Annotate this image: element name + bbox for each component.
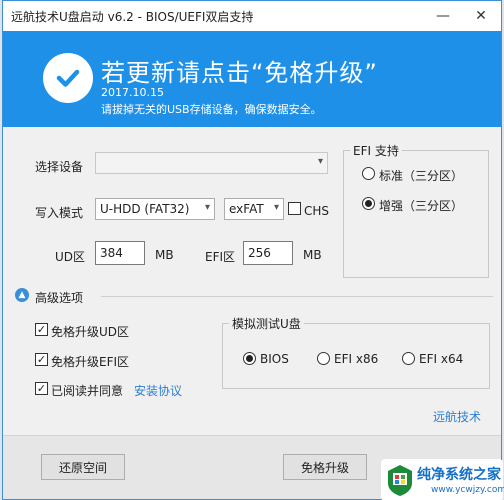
upgrade-ud-checkbox[interactable]: ✓: [35, 323, 48, 336]
ud-unit: MB: [155, 248, 174, 262]
chevron-down-icon: ▾: [317, 156, 323, 167]
filesystem-value: exFAT: [229, 202, 264, 216]
upgrade-efi-checkbox[interactable]: ✓: [35, 353, 48, 366]
watermark-sub-text: www.ycwjzy.com: [431, 485, 504, 495]
agree-label: 已阅读并同意: [51, 384, 124, 398]
chs-checkbox[interactable]: [288, 202, 301, 215]
upgrade-ud-label: 免格升级UD区: [51, 325, 130, 339]
agree-checkbox[interactable]: ✓: [35, 382, 48, 395]
chevron-down-icon: ▾: [204, 202, 210, 213]
select-device-label: 选择设备: [35, 160, 84, 174]
update-banner: 若更新请点击“免格升级” 2017.10.15 请拔掉无关的USB存储设备，确保…: [3, 31, 501, 127]
bios-radio[interactable]: [243, 352, 256, 365]
banner-note: 请拔掉无关的USB存储设备，确保数据安全。: [101, 103, 322, 116]
filesystem-select[interactable]: exFAT ▾: [224, 198, 284, 220]
efi-x64-label: EFI x64: [419, 352, 464, 366]
write-mode-select[interactable]: U-HDD (FAT32) ▾: [95, 198, 215, 220]
minimize-button[interactable]: —: [425, 1, 461, 31]
ud-size-input[interactable]: 384: [95, 241, 145, 265]
efi-standard-label: 标准（三分区）: [379, 169, 464, 183]
efi-enhanced-label: 增强（三分区）: [379, 199, 464, 213]
efi-enhanced-radio[interactable]: [362, 197, 375, 210]
ud-label: UD区: [55, 250, 86, 264]
bios-label: BIOS: [260, 352, 289, 366]
chs-label: CHS: [304, 204, 330, 218]
banner-title: 若更新请点击“免格升级”: [101, 59, 378, 87]
advanced-divider: [101, 296, 493, 297]
brand-link[interactable]: 远航技术: [433, 408, 481, 425]
chevron-down-icon: ▾: [273, 202, 279, 213]
restore-space-button[interactable]: 还原空间: [41, 454, 125, 480]
window-title: 远航技术U盘启动 v6.2 - BIOS/UEFI双启支持: [11, 10, 254, 24]
app-window: 远航技术U盘启动 v6.2 - BIOS/UEFI双启支持 — ✕ 若更新请点击…: [2, 0, 504, 500]
device-select[interactable]: ▾: [95, 152, 328, 174]
efi-size-input[interactable]: 256: [243, 241, 293, 265]
site-watermark: 纯净系统之家 www.ycwjzy.com: [381, 459, 504, 500]
upgrade-button[interactable]: 免格升级: [283, 454, 367, 480]
efi-standard-radio[interactable]: [362, 167, 375, 180]
efi-support-title: EFI 支持: [350, 142, 402, 159]
efi-x86-radio[interactable]: [317, 352, 330, 365]
advanced-title[interactable]: 高级选项: [35, 289, 83, 306]
checkmark-icon: [43, 53, 93, 103]
watermark-main-text: 纯净系统之家: [417, 467, 501, 483]
efi-x64-radio[interactable]: [402, 352, 415, 365]
efi-unit: MB: [303, 248, 322, 262]
efi-x86-label: EFI x86: [334, 352, 379, 366]
simulate-test-title: 模拟测试U盘: [229, 315, 304, 332]
title-bar: 远航技术U盘启动 v6.2 - BIOS/UEFI双启支持 — ✕: [3, 1, 501, 31]
efi-label: EFI区: [205, 250, 236, 264]
write-mode-label: 写入模式: [35, 206, 84, 220]
write-mode-value: U-HDD (FAT32): [100, 202, 190, 216]
close-button[interactable]: ✕: [463, 1, 499, 31]
collapse-icon[interactable]: ▲: [15, 288, 29, 302]
watermark-logo-icon: [388, 465, 412, 496]
upgrade-efi-label: 免格升级EFI区: [51, 355, 130, 369]
banner-date: 2017.10.15: [101, 86, 164, 99]
agreement-link[interactable]: 安装协议: [134, 382, 182, 399]
